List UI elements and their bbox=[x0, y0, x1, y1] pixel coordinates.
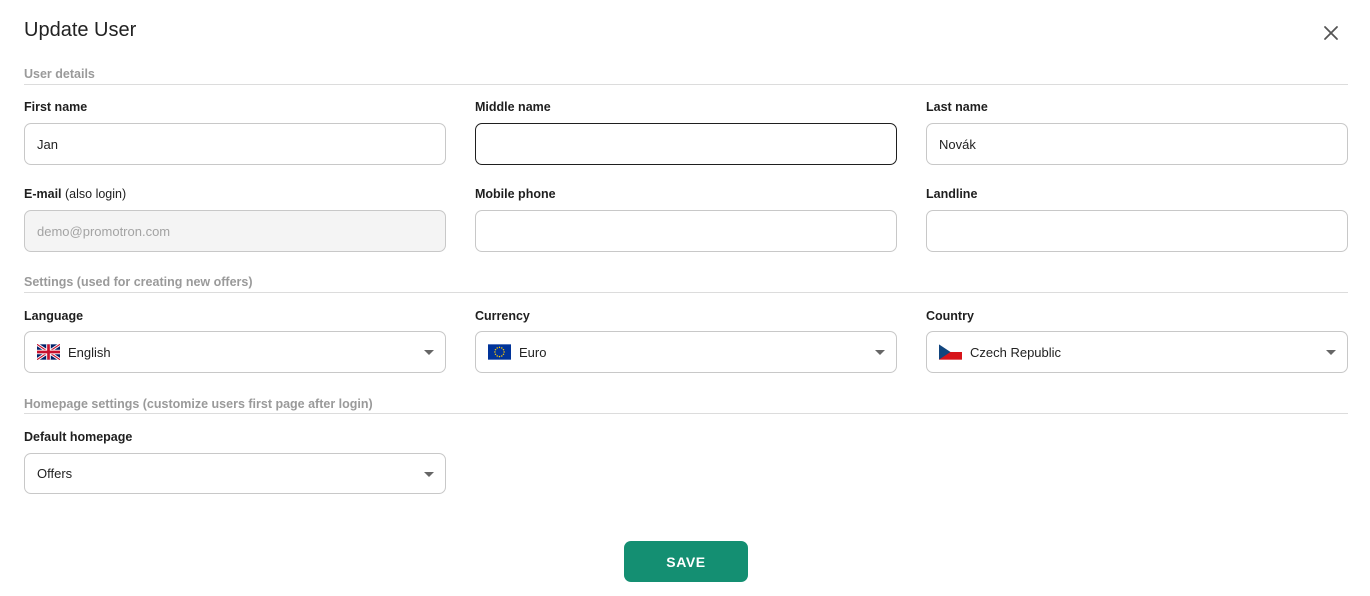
first-name-input[interactable]: Jan bbox=[24, 123, 446, 165]
email-label-note: (also login) bbox=[65, 187, 127, 201]
email-value: demo@promotron.com bbox=[37, 223, 171, 239]
mobile-phone-input[interactable] bbox=[475, 210, 897, 252]
landline-label: Landline bbox=[926, 187, 978, 201]
default-homepage-select[interactable]: Offers bbox=[24, 453, 446, 494]
language-label: Language bbox=[24, 309, 84, 323]
email-label: E-mail (also login) bbox=[24, 187, 126, 201]
first-name-label: First name bbox=[24, 100, 88, 114]
section-settings: Settings (used for creating new offers) bbox=[24, 275, 1348, 293]
divider bbox=[24, 292, 1348, 293]
middle-name-label: Middle name bbox=[475, 100, 551, 114]
divider bbox=[24, 84, 1348, 85]
section-homepage: Homepage settings (customize users first… bbox=[24, 397, 1348, 414]
country-value: Czech Republic bbox=[970, 344, 1062, 360]
default-homepage-label: Default homepage bbox=[24, 430, 133, 444]
last-name-input[interactable]: Novák bbox=[926, 123, 1348, 165]
country-select[interactable]: Czech Republic bbox=[926, 331, 1348, 373]
dialog-title: Update User bbox=[24, 19, 137, 41]
email-label-text: E-mail bbox=[24, 187, 62, 201]
chevron-down-icon bbox=[875, 350, 885, 355]
middle-name-input[interactable] bbox=[475, 123, 897, 165]
chevron-down-icon bbox=[1326, 350, 1336, 355]
section-user-details: User details bbox=[24, 67, 1348, 85]
close-icon[interactable] bbox=[1321, 23, 1341, 43]
save-button[interactable]: SAVE bbox=[624, 541, 748, 582]
section-user-details-label: User details bbox=[24, 67, 95, 81]
first-name-value: Jan bbox=[37, 136, 58, 152]
currency-label: Currency bbox=[475, 309, 530, 323]
last-name-label: Last name bbox=[926, 100, 988, 114]
landline-input[interactable] bbox=[926, 210, 1348, 252]
chevron-down-icon bbox=[424, 472, 434, 477]
chevron-down-icon bbox=[424, 350, 434, 355]
language-select[interactable]: English bbox=[24, 331, 446, 373]
section-settings-label: Settings (used for creating new offers) bbox=[24, 275, 253, 289]
currency-value: Euro bbox=[519, 344, 547, 360]
uk-flag-icon bbox=[37, 344, 60, 360]
czech-flag-icon bbox=[939, 344, 962, 360]
country-label: Country bbox=[926, 309, 974, 323]
language-value: English bbox=[68, 344, 111, 360]
currency-select[interactable]: Euro bbox=[475, 331, 897, 373]
email-input: demo@promotron.com bbox=[24, 210, 446, 252]
default-homepage-value: Offers bbox=[37, 466, 73, 481]
section-homepage-label: Homepage settings (customize users first… bbox=[24, 397, 373, 411]
mobile-phone-label: Mobile phone bbox=[475, 187, 556, 201]
eu-flag-icon bbox=[488, 344, 511, 360]
divider bbox=[24, 413, 1348, 414]
last-name-value: Novák bbox=[939, 136, 976, 152]
